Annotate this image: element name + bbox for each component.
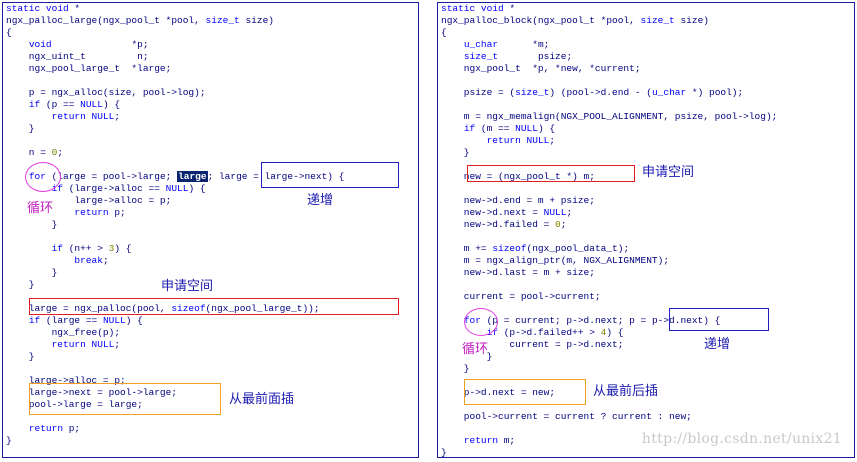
- right-increment-box: [669, 308, 769, 331]
- left-code-line: static void *: [6, 3, 81, 14]
- left-alloc-box: [29, 298, 399, 315]
- left-increment-box: [261, 162, 399, 188]
- right-code-line: new->d.next = NULL;: [441, 207, 573, 218]
- right-code-line: return m;: [463, 435, 516, 446]
- right-code-line: u_char *m;: [463, 39, 550, 50]
- left-code-line: return NULL;: [51, 339, 121, 350]
- left-code-line: ngx_pool_large_t *large;: [6, 63, 172, 74]
- right-code-panel: static void * ngx_palloc_block(ngx_pool_t…: [437, 2, 855, 458]
- right-code-line: if (m == NULL) {: [463, 123, 556, 134]
- left-code-line: }: [6, 279, 35, 290]
- right-code-line: ngx_palloc_block(ngx_pool_t *pool, size_…: [441, 15, 709, 26]
- left-code-line: if (large == NULL) {: [28, 315, 143, 326]
- left-code-panel: static void * ngx_palloc_large(ngx_pool_t…: [2, 2, 419, 458]
- left-code-line: ngx_palloc_large(ngx_pool_t *pool, size_…: [6, 15, 274, 26]
- right-code-line: m = ngx_memalign(NGX_POOL_ALIGNMENT, psi…: [441, 111, 778, 122]
- left-code-line: }: [6, 123, 35, 134]
- right-code-line: current = pool->current;: [441, 291, 601, 302]
- right-code-line: m += sizeof(ngx_pool_data_t);: [441, 243, 630, 254]
- right-code-line: static void *: [441, 3, 516, 14]
- left-code-line: break;: [74, 255, 109, 266]
- left-alloc-note: 申请空间: [161, 279, 214, 294]
- left-code-line: {: [6, 27, 12, 38]
- right-insert-box: [464, 379, 586, 405]
- left-increment-note: 递增: [307, 193, 334, 208]
- left-code-line: }: [6, 435, 12, 446]
- right-code-line: }: [441, 363, 470, 374]
- right-alloc-note: 申请空间: [642, 165, 695, 180]
- right-code-line: psize = (size_t) (pool->d.end - (u_char …: [441, 87, 744, 98]
- right-code-line: pool->current = current ? current : new;: [441, 411, 692, 422]
- left-code-line: if (p == NULL) {: [28, 99, 121, 110]
- left-for-circle: [25, 162, 61, 192]
- right-loop-note: 循环: [462, 342, 489, 357]
- left-code-line: p = ngx_alloc(size, pool->log);: [6, 87, 206, 98]
- right-insert-note: 从最前后插: [593, 384, 659, 399]
- left-code-line: n = 0;: [6, 147, 64, 158]
- right-alloc-box: [467, 165, 635, 182]
- left-loop-note: 循环: [27, 201, 54, 216]
- left-code-line: return p;: [28, 423, 81, 434]
- right-code-line: ngx_pool_t *p, *new, *current;: [441, 63, 641, 74]
- right-code-line: new->d.failed = 0;: [441, 219, 567, 230]
- right-code-line: size_t psize;: [463, 51, 573, 62]
- left-code-line: }: [6, 351, 35, 362]
- left-code-line: ngx_uint_t n;: [6, 51, 149, 62]
- left-code-line: }: [6, 267, 58, 278]
- right-code-line: return NULL;: [486, 135, 556, 146]
- left-code-line: }: [6, 219, 58, 230]
- right-code-line: m = ngx_align_ptr(m, NGX_ALIGNMENT);: [441, 255, 670, 266]
- left-insert-box: [29, 383, 221, 415]
- right-code-line: new->d.end = m + psize;: [441, 195, 595, 206]
- right-code-line: }: [441, 147, 470, 158]
- right-increment-note: 递增: [704, 337, 731, 352]
- left-insert-note: 从最前面插: [229, 392, 295, 407]
- watermark-text: http://blog.csdn.net/unix21: [641, 431, 842, 447]
- right-code-line: }: [441, 447, 447, 458]
- left-code-line: void *p;: [28, 39, 149, 50]
- right-for-circle: [464, 308, 498, 336]
- left-code-line: ngx_free(p);: [6, 327, 121, 338]
- right-code-line: new->d.last = m + size;: [441, 267, 595, 278]
- left-code-line: return p;: [74, 207, 126, 218]
- left-code-line: if (n++ > 3) {: [51, 243, 132, 254]
- right-code-line: {: [441, 27, 447, 38]
- left-code-line: return NULL;: [51, 111, 121, 122]
